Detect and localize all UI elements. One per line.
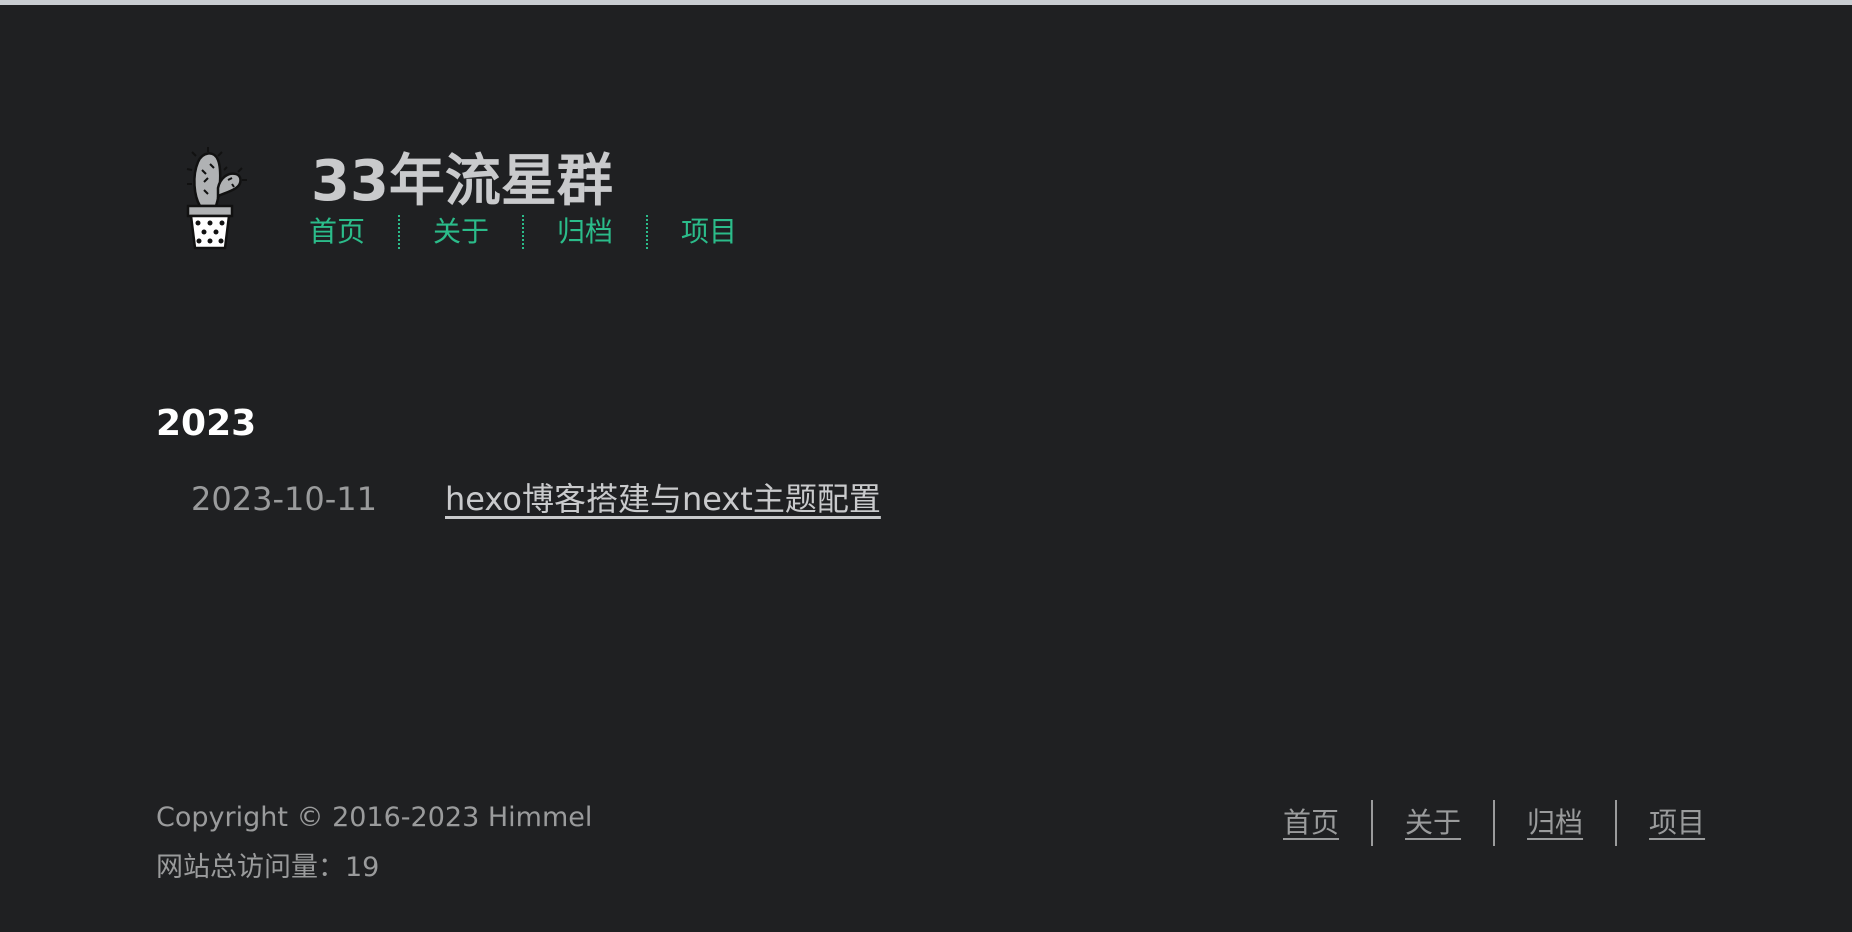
visit-counter-label: 网站总访问量： xyxy=(156,852,345,883)
footer-nav-separator xyxy=(1371,800,1374,846)
header-nav: 首页 关于 归档 项目 xyxy=(309,214,737,250)
footer-copyright: Copyright © 2016-2023 Himmel xyxy=(156,802,593,833)
footer-nav-link-home[interactable]: 首页 xyxy=(1283,801,1339,845)
nav-link-home[interactable]: 首页 xyxy=(309,214,365,250)
site-title: 33年流星群 xyxy=(311,149,613,214)
cactus-logo-icon[interactable] xyxy=(180,146,256,252)
footer-nav: 首页 关于 归档 项目 xyxy=(1283,800,1705,846)
footer-nav-link-projects[interactable]: 项目 xyxy=(1649,801,1705,845)
footer-visit-counter: 网站总访问量：19 xyxy=(156,848,379,888)
footer-nav-separator xyxy=(1615,800,1618,846)
footer-nav-link-archive[interactable]: 归档 xyxy=(1527,801,1583,845)
nav-separator xyxy=(522,215,525,249)
cactus-logo-icon-graphic xyxy=(186,147,247,250)
post-title-link[interactable]: hexo博客搭建与next主题配置 xyxy=(445,475,881,523)
post-date: 2023-10-11 xyxy=(191,480,377,518)
footer-nav-link-about[interactable]: 关于 xyxy=(1405,801,1461,845)
nav-link-archive[interactable]: 归档 xyxy=(557,214,613,250)
nav-separator xyxy=(398,215,401,249)
footer-nav-separator xyxy=(1493,800,1496,846)
top-border xyxy=(0,0,1852,5)
visit-counter-value: 19 xyxy=(345,852,380,883)
archive-year-heading: 2023 xyxy=(156,403,257,444)
nav-link-about[interactable]: 关于 xyxy=(433,214,489,250)
nav-separator xyxy=(646,215,649,249)
nav-link-projects[interactable]: 项目 xyxy=(681,214,737,250)
